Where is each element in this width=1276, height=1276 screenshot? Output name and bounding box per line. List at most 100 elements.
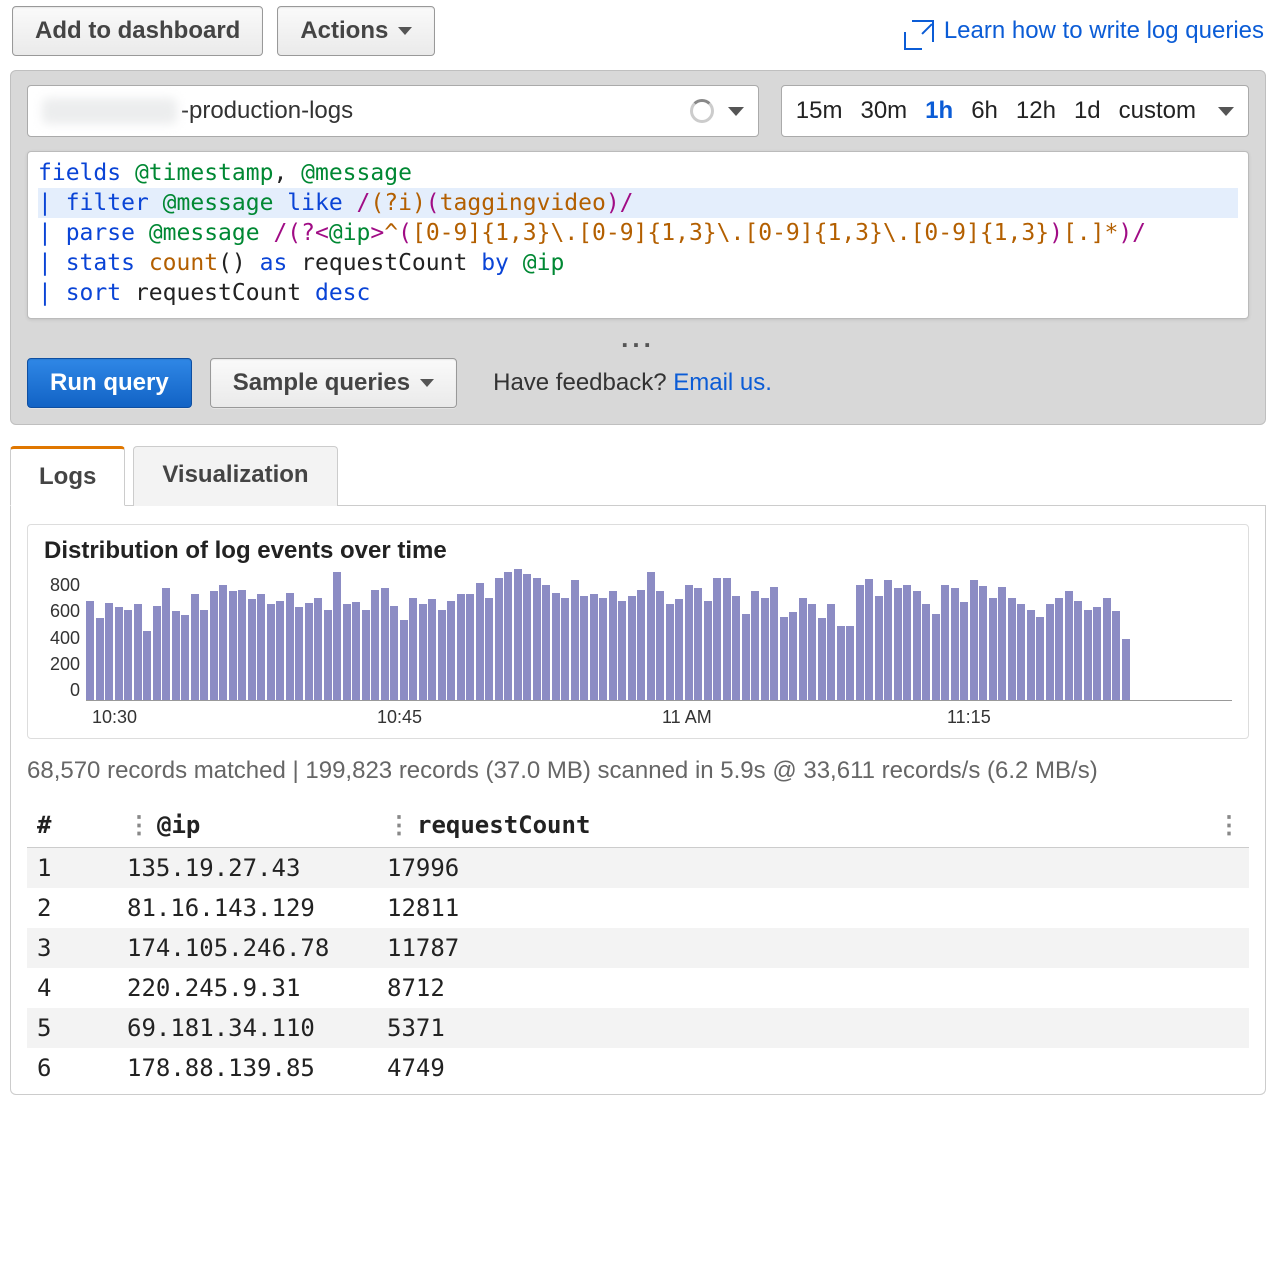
chart-bar [590, 594, 598, 700]
log-group-suffix: -production-logs [181, 97, 353, 125]
chevron-down-icon [728, 107, 744, 116]
chart-bar [780, 617, 788, 700]
chart-bar [438, 610, 446, 700]
chart-bar [371, 590, 379, 700]
chart-bar [400, 620, 408, 700]
chart-bar [134, 604, 142, 700]
chart-bar [865, 579, 873, 700]
time-opt-1h[interactable]: 1h [925, 97, 953, 125]
add-to-dashboard-button[interactable]: Add to dashboard [12, 6, 263, 56]
table-row[interactable]: 1135.19.27.4317996 [27, 848, 1249, 889]
chart-bar [761, 598, 769, 700]
chart-bar [305, 603, 313, 700]
learn-link[interactable]: Learn how to write log queries [912, 17, 1264, 45]
chart-bar [561, 598, 569, 700]
chevron-down-icon [1218, 107, 1234, 116]
chart-bar [894, 588, 902, 700]
chart-bar [276, 601, 284, 700]
chart-bar [856, 585, 864, 700]
chart-bar [362, 610, 370, 700]
chart-bar [552, 593, 560, 700]
chart-bar [989, 598, 997, 700]
chart-bar [1046, 604, 1054, 700]
chart-bar [86, 601, 94, 700]
chart-bar [713, 578, 721, 700]
sample-queries-button[interactable]: Sample queries [210, 358, 457, 408]
chart-bar [238, 590, 246, 700]
chart-bar [998, 587, 1006, 700]
editor-resize-handle[interactable]: ... [27, 323, 1249, 354]
chart-bar [219, 585, 227, 700]
tab-logs[interactable]: Logs [10, 446, 125, 506]
chart-bar [932, 614, 940, 700]
tab-visualization[interactable]: Visualization [133, 446, 337, 506]
editor-line[interactable]: | filter @message like /(?i)(taggingvide… [38, 188, 1238, 218]
time-opt-6h[interactable]: 6h [971, 97, 998, 125]
chart-bar [286, 593, 294, 700]
time-opt-12h[interactable]: 12h [1016, 97, 1056, 125]
chart-bar [732, 596, 740, 700]
chart-bar [1027, 610, 1035, 700]
table-row[interactable]: 281.16.143.12912811 [27, 888, 1249, 928]
time-opt-1d[interactable]: 1d [1074, 97, 1101, 125]
chart-bar [504, 572, 512, 700]
col-ip[interactable]: ⋮@ip [117, 803, 377, 848]
time-range-picker[interactable]: 15m 30m 1h 6h 12h 1d custom [781, 85, 1249, 137]
chevron-down-icon [398, 27, 412, 35]
chevron-down-icon [420, 379, 434, 387]
learn-link-label: Learn how to write log queries [944, 17, 1264, 45]
run-query-button[interactable]: Run query [27, 358, 192, 408]
chart-bar [1065, 591, 1073, 700]
chart-x-axis: 10:3010:4511 AM11:15 [44, 701, 1232, 728]
chart-bar [884, 580, 892, 700]
chart-bar [770, 587, 778, 700]
scan-summary: 68,570 records matched | 199,823 records… [27, 753, 1249, 789]
chart-bar [324, 610, 332, 700]
chart-bar [789, 612, 797, 700]
chart-bar [143, 631, 151, 700]
chart-bar [913, 591, 921, 700]
table-row[interactable]: 569.181.34.1105371 [27, 1008, 1249, 1048]
chart-bar [409, 598, 417, 700]
actions-button[interactable]: Actions [277, 6, 435, 56]
chart-bar [922, 604, 930, 700]
feedback-link[interactable]: Email us. [673, 369, 772, 396]
chart-bar [115, 607, 123, 700]
kebab-icon[interactable]: ⋮ [1217, 811, 1239, 839]
chart-bar [827, 604, 835, 700]
chart-bar [523, 574, 531, 700]
query-editor[interactable]: fields @timestamp, @message| filter @mes… [27, 151, 1249, 319]
chart-bar [1036, 617, 1044, 700]
editor-line[interactable]: | sort requestCount desc [38, 278, 1238, 308]
col-count[interactable]: ⋮requestCount⋮ [377, 803, 1249, 848]
chart-bar [191, 594, 199, 700]
table-row[interactable]: 6178.88.139.854749 [27, 1048, 1249, 1088]
add-to-dashboard-label: Add to dashboard [35, 17, 240, 45]
chart-bar [637, 590, 645, 700]
table-row[interactable]: 3174.105.246.7811787 [27, 928, 1249, 968]
editor-line[interactable]: fields @timestamp, @message [38, 158, 1238, 188]
chart-bar [751, 591, 759, 700]
editor-line[interactable]: | parse @message /(?<@ip>^([0-9]{1,3}\.[… [38, 218, 1238, 248]
time-opt-30m[interactable]: 30m [860, 97, 907, 125]
grip-icon: ⋮ [127, 811, 149, 839]
chart-bar [1122, 639, 1130, 700]
chart-y-axis: 8006004002000 [44, 573, 86, 701]
result-tabs: Logs Visualization [10, 445, 1266, 506]
redacted-text [42, 98, 177, 124]
col-number[interactable]: # [27, 803, 117, 848]
chart-bar [200, 610, 208, 700]
log-group-select[interactable]: -production-logs [27, 85, 759, 137]
chart-bar [818, 618, 826, 700]
chart-bar [210, 591, 218, 700]
editor-line[interactable]: | stats count() as requestCount by @ip [38, 248, 1238, 278]
table-row[interactable]: 4220.245.9.318712 [27, 968, 1249, 1008]
time-opt-custom[interactable]: custom [1119, 97, 1196, 125]
chart-bar [172, 611, 180, 700]
chart-bar [495, 578, 503, 700]
chart-bar [609, 591, 617, 700]
distribution-chart: Distribution of log events over time 800… [27, 524, 1249, 739]
chart-bar [723, 578, 731, 700]
chart-bar [808, 604, 816, 700]
time-opt-15m[interactable]: 15m [796, 97, 843, 125]
